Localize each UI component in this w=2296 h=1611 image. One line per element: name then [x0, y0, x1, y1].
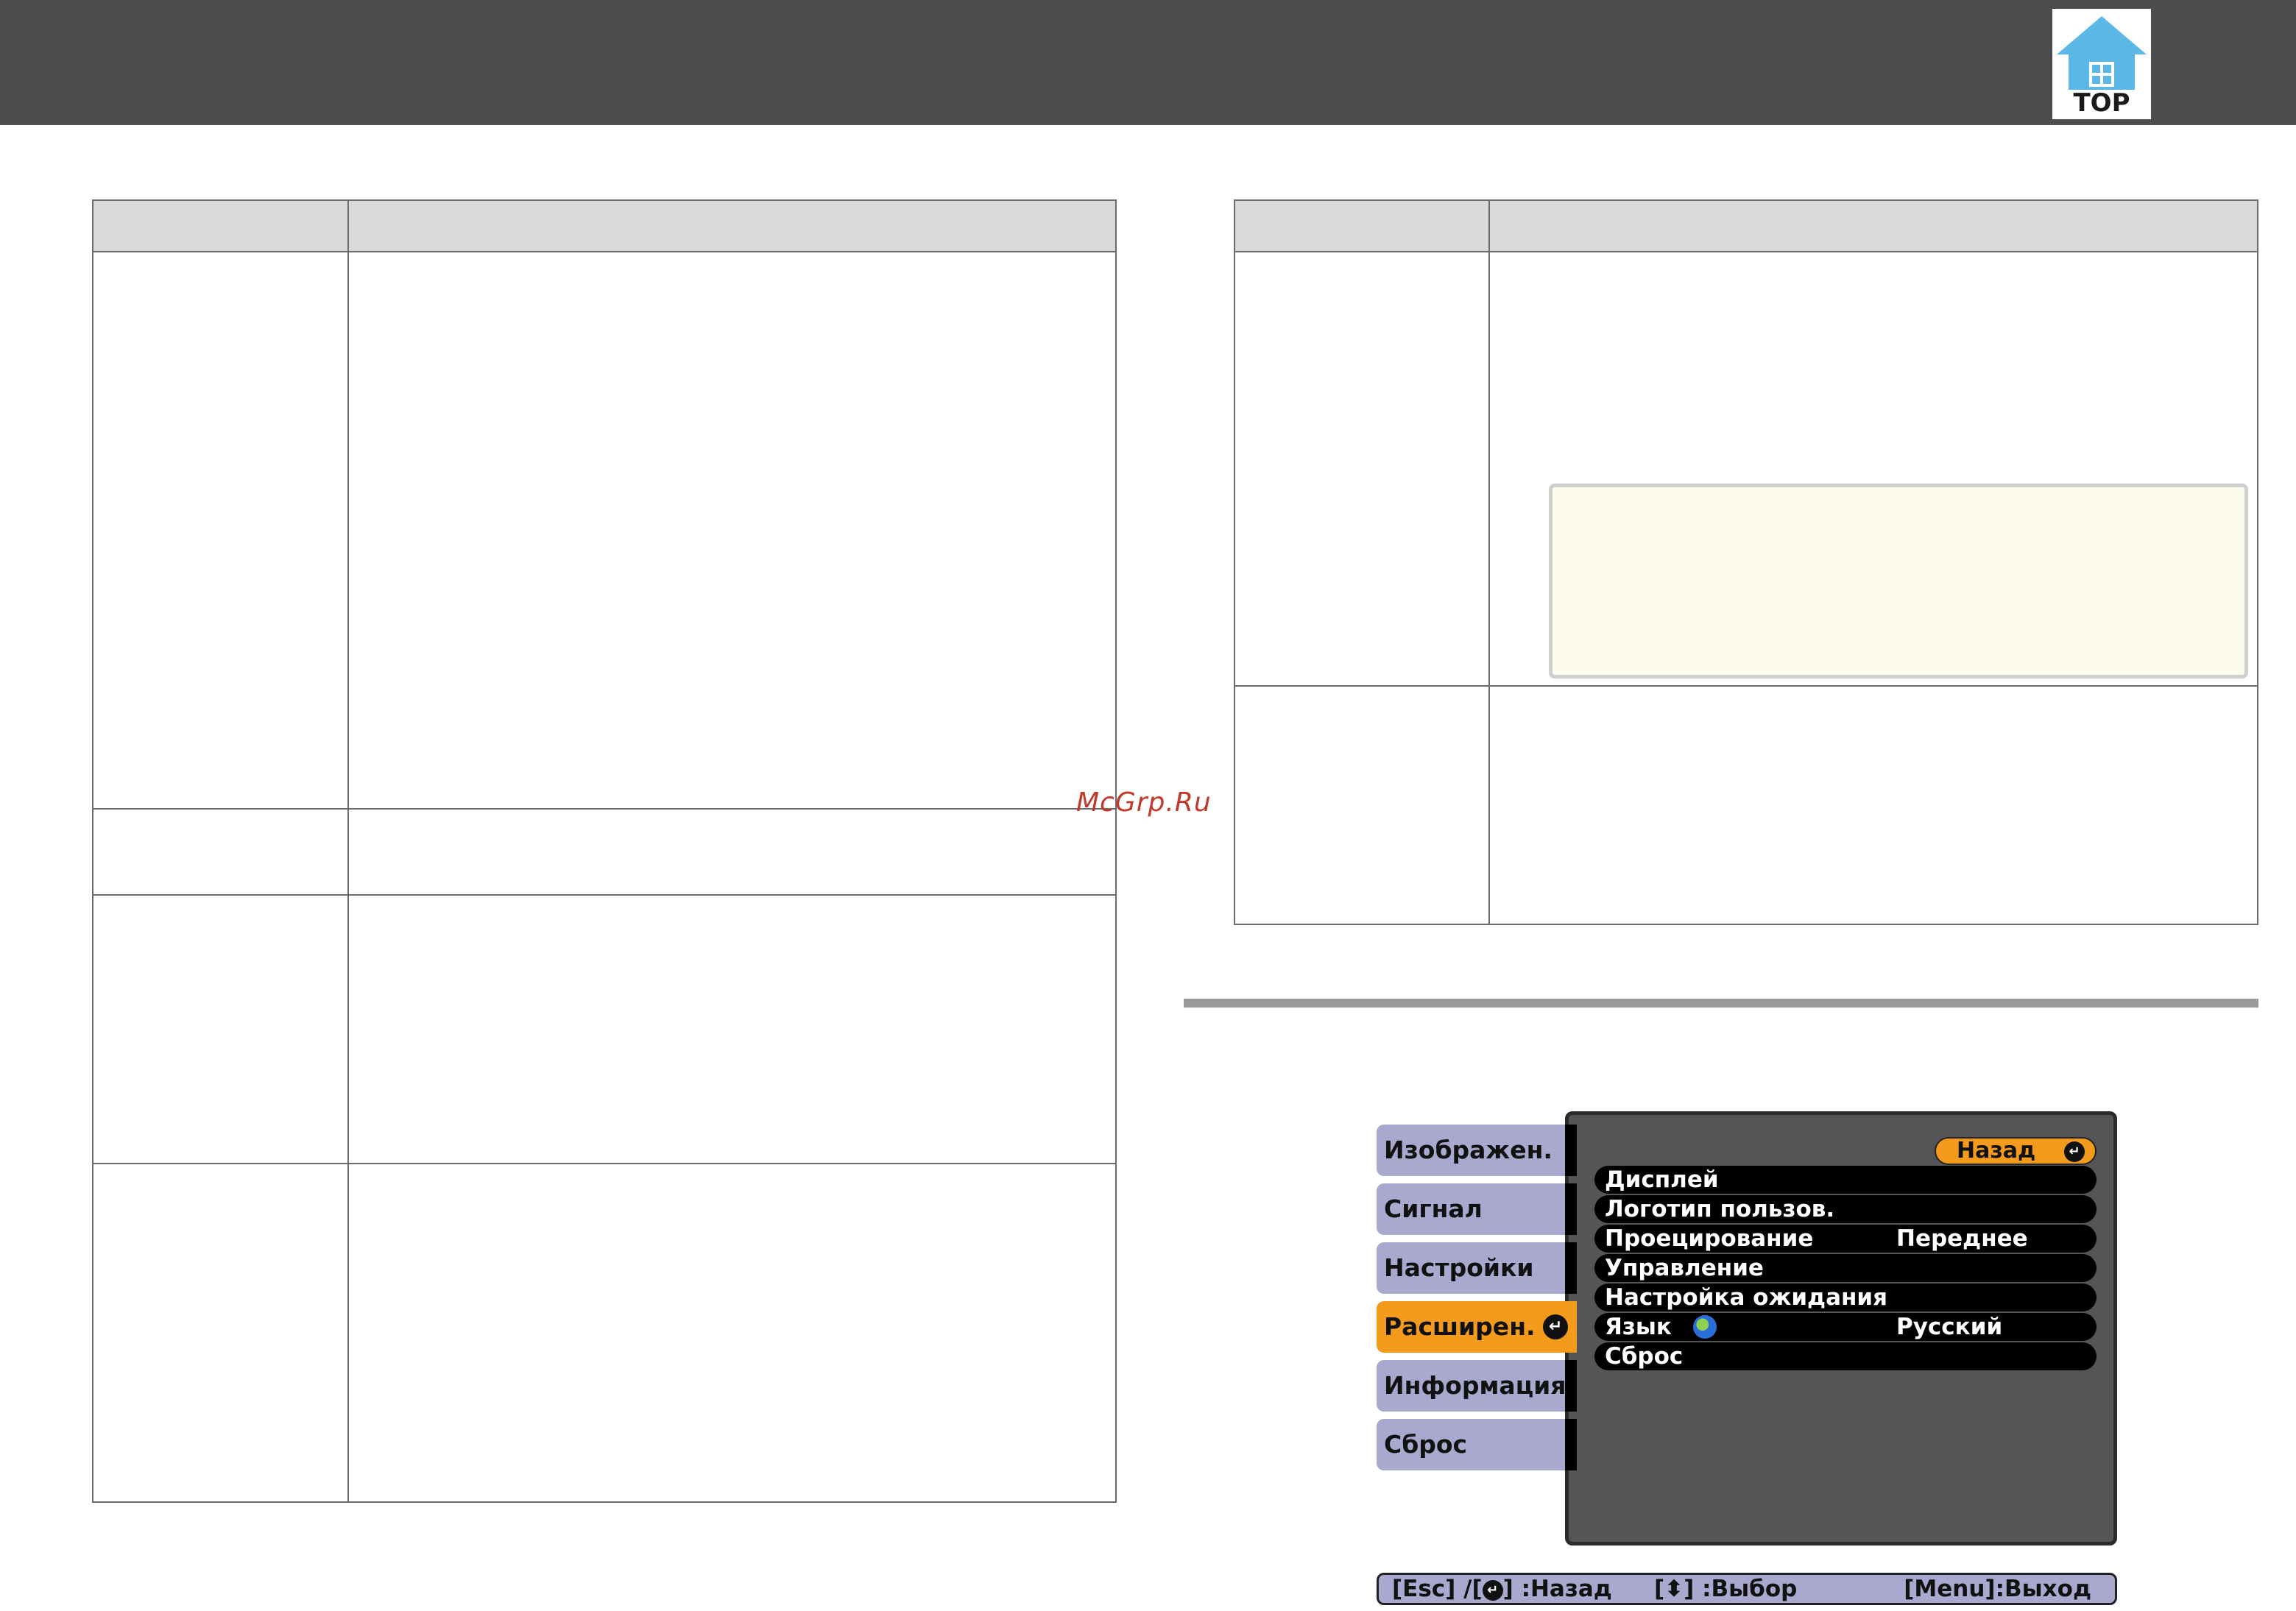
- menu-item-label: Дисплей: [1605, 1166, 1719, 1193]
- help-select: [⬍] :Выбор: [1654, 1576, 1798, 1602]
- menu-item-projection[interactable]: Проецирование Переднее: [1594, 1225, 2097, 1253]
- tab-info[interactable]: Информация: [1377, 1360, 1575, 1412]
- menu-item-label: Логотип пользов.: [1605, 1196, 1835, 1222]
- header-bar: [0, 0, 2296, 125]
- tab-settings[interactable]: Настройки: [1377, 1242, 1575, 1294]
- globe-icon: [1693, 1315, 1717, 1339]
- tab-label: Информация: [1384, 1371, 1566, 1400]
- help-bar: [Esc] /[↵] :Назад [⬍] :Выбор [Menu]:Выхо…: [1377, 1573, 2117, 1605]
- tab-signal[interactable]: Сигнал: [1377, 1183, 1575, 1235]
- tab-label: Сигнал: [1384, 1194, 1483, 1223]
- section-divider: [1184, 999, 2258, 1008]
- tab-edge: [1565, 1125, 1577, 1176]
- menu-item-language[interactable]: Язык Русский: [1594, 1313, 2097, 1341]
- menu-item-label: Проецирование: [1605, 1225, 1814, 1252]
- enter-icon: ↵: [2064, 1141, 2085, 1162]
- top-home-icon[interactable]: TOP: [2052, 9, 2151, 119]
- tab-edge: [1565, 1360, 1577, 1412]
- menu-item-reset[interactable]: Сброс: [1594, 1342, 2097, 1370]
- tab-label: Расширен.: [1384, 1312, 1536, 1341]
- menu-item-user-logo[interactable]: Логотип пользов.: [1594, 1195, 2097, 1223]
- help-exit: [Menu]:Выход: [1904, 1576, 2091, 1602]
- menu-item-operation[interactable]: Управление: [1594, 1254, 2097, 1282]
- menu-item-label: Сброс: [1605, 1343, 1684, 1370]
- back-button[interactable]: Назад ↵: [1935, 1137, 2097, 1165]
- menu-item-value: Русский: [1896, 1314, 2003, 1340]
- menu-item-display[interactable]: Дисплей: [1594, 1166, 2097, 1194]
- watermark: McGrp.Ru: [1076, 787, 1212, 818]
- tab-image[interactable]: Изображен.: [1377, 1125, 1575, 1176]
- menu-item-label: Управление: [1605, 1255, 1764, 1281]
- note-box: [1549, 484, 2248, 679]
- back-label: Назад: [1957, 1138, 2036, 1164]
- tab-extended[interactable]: Расширен. ↵: [1377, 1301, 1577, 1353]
- menu-item-value: Переднее: [1896, 1225, 2028, 1252]
- tab-edge: [1565, 1242, 1577, 1294]
- menu-item-label: Язык: [1605, 1314, 1672, 1340]
- tab-label: Изображен.: [1384, 1136, 1553, 1164]
- tab-edge: [1565, 1419, 1577, 1470]
- tab-reset[interactable]: Сброс: [1377, 1419, 1575, 1470]
- top-logo-label: TOP: [2073, 88, 2130, 118]
- tab-label: Сброс: [1384, 1430, 1468, 1459]
- tab-edge: [1565, 1183, 1577, 1235]
- menu-item-standby[interactable]: Настройка ожидания: [1594, 1284, 2097, 1311]
- menu-item-label: Настройка ожидания: [1605, 1284, 1888, 1311]
- tab-label: Настройки: [1384, 1253, 1534, 1282]
- enter-icon: ↵: [1482, 1579, 1503, 1601]
- updown-icon: ⬍: [1664, 1576, 1684, 1602]
- help-back: [Esc] /[↵] :Назад: [1392, 1576, 1612, 1602]
- enter-icon: ↵: [1543, 1314, 1568, 1339]
